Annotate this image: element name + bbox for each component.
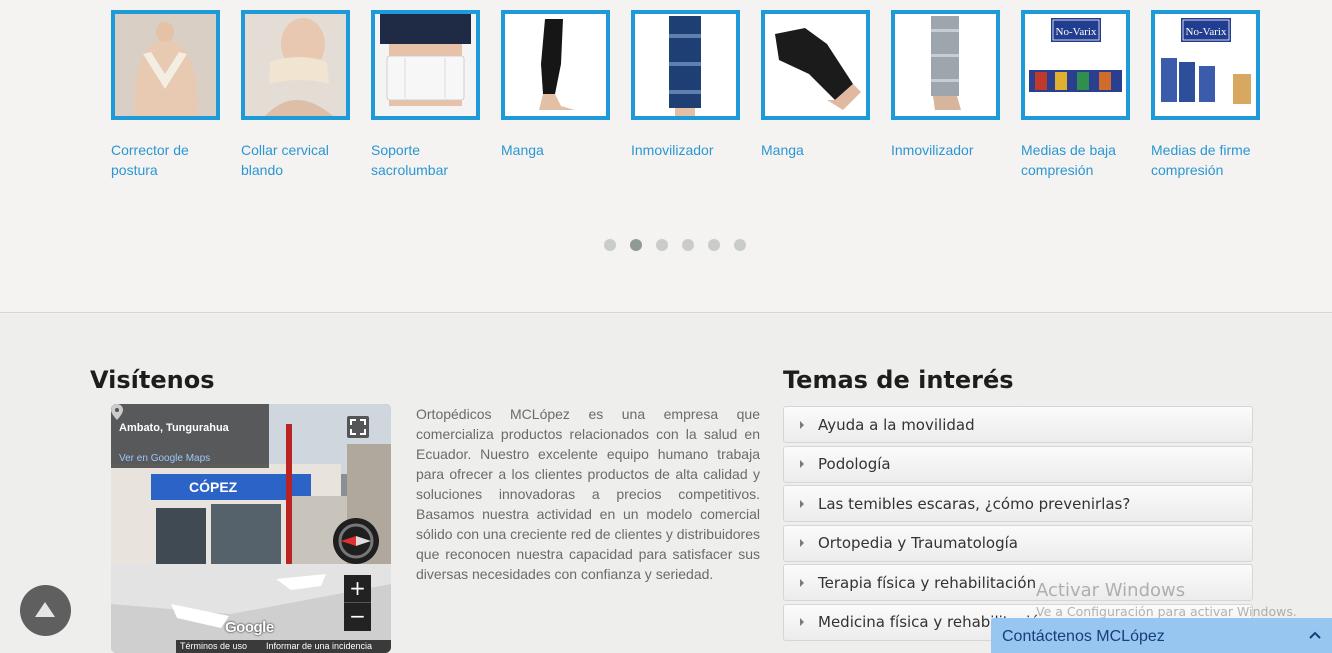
map-place-label: Ambato, Tungurahua — [119, 422, 229, 434]
product-name[interactable]: Manga — [761, 140, 873, 160]
product-carousel: Corrector de postura Collar cervical bla… — [0, 0, 1332, 313]
product-name[interactable]: Collar cervical blando — [241, 140, 353, 180]
knee-immobilizer-image[interactable] — [631, 10, 740, 120]
map-info-box: Ambato, Tungurahua Ver en Google Maps — [111, 404, 269, 468]
topic-item[interactable]: Ayuda a la movilidad — [783, 406, 1253, 443]
footer-section: Visítenos CÓPEZ Ambato, Tungurahua Ver e… — [0, 314, 1332, 653]
contact-chat-bar[interactable]: Contáctenos MCLópez — [991, 618, 1332, 653]
location-pin-icon — [111, 404, 123, 420]
topic-item[interactable]: Ortopedia y Traumatología — [783, 524, 1253, 562]
caret-right-icon — [800, 460, 804, 469]
scroll-to-top-button[interactable] — [20, 585, 71, 636]
carousel-dot[interactable] — [682, 239, 694, 251]
street-view-map[interactable]: CÓPEZ Ambato, Tungurahua Ver en Google M… — [111, 404, 391, 653]
google-logo: Google — [225, 619, 274, 636]
windows-activation-watermark: Activar Windows — [1036, 580, 1186, 601]
fullscreen-icon[interactable] — [347, 416, 369, 438]
carousel-pagination — [604, 239, 746, 251]
map-footer-bar: Términos de uso Informar de una incidenc… — [176, 640, 391, 653]
about-text: Ortopédicos MCLópez es una empresa que c… — [416, 406, 760, 582]
product-name[interactable]: Manga — [501, 140, 613, 160]
zoom-in-button[interactable]: + — [344, 575, 371, 603]
product-card[interactable]: No-Varix Medias de baja compresión — [1021, 10, 1151, 180]
product-card[interactable]: Manga — [501, 10, 631, 180]
caret-right-icon — [800, 618, 804, 627]
topic-label: Terapia física y rehabilitación — [818, 573, 1037, 592]
caret-right-icon — [800, 499, 804, 508]
product-name[interactable]: Inmovilizador — [891, 140, 1003, 160]
product-list: Corrector de postura Collar cervical bla… — [111, 10, 1281, 180]
product-name[interactable]: Soporte sacrolumbar — [371, 140, 483, 180]
product-name[interactable]: Inmovilizador — [631, 140, 743, 160]
carousel-dot[interactable] — [604, 239, 616, 251]
product-card[interactable]: Collar cervical blando — [241, 10, 371, 180]
leg-sleeve-image[interactable] — [501, 10, 610, 120]
product-card[interactable]: Inmovilizador — [631, 10, 761, 180]
leg-immobilizer-image[interactable] — [891, 10, 1000, 120]
product-card[interactable]: Inmovilizador — [891, 10, 1021, 180]
topic-label: Ortopedia y Traumatología — [818, 534, 1018, 553]
caret-right-icon — [800, 539, 804, 548]
topic-label: Las temibles escaras, ¿cómo prevenirlas? — [818, 494, 1131, 513]
product-name[interactable]: Medias de baja compresión — [1021, 140, 1133, 180]
posture-corrector-image[interactable] — [111, 10, 220, 120]
zoom-out-button[interactable]: − — [344, 603, 371, 631]
carousel-dot[interactable] — [708, 239, 720, 251]
caret-right-icon — [800, 420, 804, 429]
cervical-collar-image[interactable] — [241, 10, 350, 120]
product-card[interactable]: No-Varix Medias de firme compresión — [1151, 10, 1281, 180]
no-varix-logo: No-Varix — [1186, 26, 1227, 38]
carousel-dot-active[interactable] — [630, 239, 642, 251]
carousel-dot[interactable] — [734, 239, 746, 251]
compression-stockings-image[interactable]: No-Varix — [1151, 10, 1260, 120]
topic-item[interactable]: Podología — [783, 445, 1253, 483]
product-card[interactable]: Manga — [761, 10, 891, 180]
arrow-up-icon — [35, 602, 55, 617]
compass-icon[interactable] — [333, 518, 379, 564]
contact-label: Contáctenos MCLópez — [1002, 628, 1165, 645]
product-name[interactable]: Corrector de postura — [111, 140, 223, 180]
carousel-dot[interactable] — [656, 239, 668, 251]
caret-right-icon — [800, 578, 804, 587]
visit-title: Visítenos — [90, 366, 215, 394]
lumbar-support-image[interactable] — [371, 10, 480, 120]
chevron-up-icon[interactable] — [1309, 630, 1321, 640]
map-terms-link[interactable]: Términos de uso — [180, 641, 247, 651]
map-report-link[interactable]: Informar de una incidencia — [266, 641, 372, 651]
storefront-sign: CÓPEZ — [189, 478, 238, 495]
knee-sleeve-image[interactable] — [761, 10, 870, 120]
topic-label: Podología — [818, 455, 891, 474]
windows-activation-hint: Ve a Configuración para activar Windows. — [1036, 604, 1297, 619]
topic-label: Ayuda a la movilidad — [818, 415, 975, 434]
product-card[interactable]: Corrector de postura — [111, 10, 241, 180]
no-varix-logo: No-Varix — [1056, 26, 1097, 38]
view-in-google-maps-link[interactable]: Ver en Google Maps — [119, 453, 210, 464]
product-name[interactable]: Medias de firme compresión — [1151, 140, 1263, 180]
topic-item[interactable]: Las temibles escaras, ¿cómo prevenirlas? — [783, 485, 1253, 523]
topics-title: Temas de interés — [783, 366, 1014, 394]
compression-stockings-image[interactable]: No-Varix — [1021, 10, 1130, 120]
product-card[interactable]: Soporte sacrolumbar — [371, 10, 501, 180]
